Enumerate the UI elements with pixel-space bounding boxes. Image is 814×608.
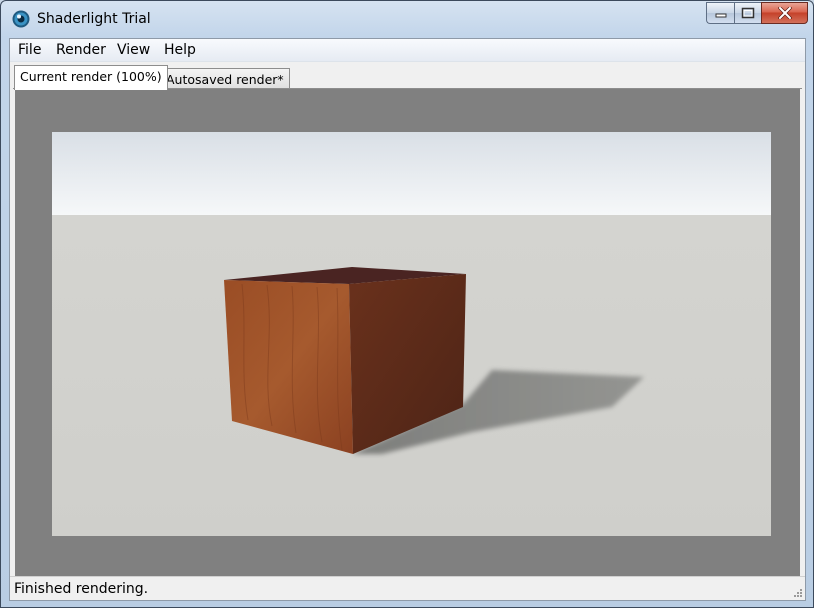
- close-icon: [777, 7, 792, 19]
- resize-grip-icon[interactable]: [792, 587, 802, 597]
- maximize-button[interactable]: [734, 2, 761, 24]
- tab-strip: Current render (100%) Autosaved render*: [10, 62, 805, 90]
- render-viewport[interactable]: [15, 89, 800, 576]
- minimize-icon: [715, 13, 726, 18]
- menu-view[interactable]: View: [115, 42, 152, 58]
- status-bar: Finished rendering.: [10, 576, 805, 600]
- caption-buttons: [706, 2, 808, 24]
- menu-help[interactable]: Help: [162, 42, 198, 58]
- render-image: [52, 132, 771, 536]
- tab-current-render[interactable]: Current render (100%): [14, 65, 168, 90]
- client-area: File Render View Help Current render (10…: [9, 38, 806, 601]
- shaderlight-eye-icon: [12, 10, 30, 28]
- menu-render[interactable]: Render: [54, 42, 108, 58]
- minimize-button[interactable]: [706, 2, 734, 24]
- title-bar[interactable]: Shaderlight Trial: [1, 1, 813, 37]
- maximize-icon: [741, 7, 755, 19]
- app-window: Shaderlight Trial File Render View Help …: [0, 0, 814, 608]
- close-button[interactable]: [761, 2, 808, 24]
- window-title: Shaderlight Trial: [37, 11, 151, 27]
- render-sky: [52, 132, 771, 216]
- tab-autosaved-render[interactable]: Autosaved render*: [160, 68, 290, 90]
- menu-file[interactable]: File: [16, 42, 43, 58]
- menu-bar: File Render View Help: [10, 39, 805, 62]
- status-text: Finished rendering.: [14, 581, 149, 597]
